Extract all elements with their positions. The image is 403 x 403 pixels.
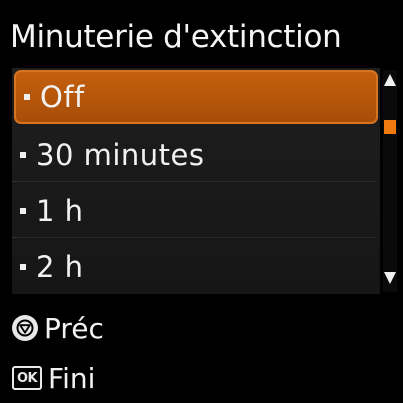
back-hint[interactable]: Préc [12,309,104,347]
list-item-label: Off [40,80,85,114]
screen-title: Minuterie d'extinction [10,19,342,55]
list-item-2-h[interactable]: 2 h [12,240,376,294]
list-item-30-minutes[interactable]: 30 minutes [12,128,376,182]
list-item-1-h[interactable]: 1 h [12,184,376,238]
list-item-label: 1 h [36,193,84,228]
bullet-icon [20,151,26,158]
list-item-label: 2 h [36,250,84,284]
back-label: Préc [44,311,104,345]
bullet-icon [24,94,30,100]
triangle-down-icon [384,272,396,284]
bullet-icon [20,264,26,270]
list-item-label: 30 minutes [36,137,205,172]
done-label: Fini [48,361,96,395]
scroll-thumb[interactable] [384,120,396,134]
triangle-up-icon [384,74,396,86]
timer-options-list: Off 30 minutes 1 h 2 h [12,68,380,294]
back-button-icon [12,315,38,341]
list-item-off[interactable]: Off [14,70,378,124]
ok-button-icon: OK [12,366,42,390]
done-hint[interactable]: OK Fini [12,359,95,397]
scrollbar[interactable] [383,70,397,292]
bullet-icon [20,207,26,214]
lcd-screen: Minuterie d'extinction Off 30 minutes 1 … [0,0,403,403]
